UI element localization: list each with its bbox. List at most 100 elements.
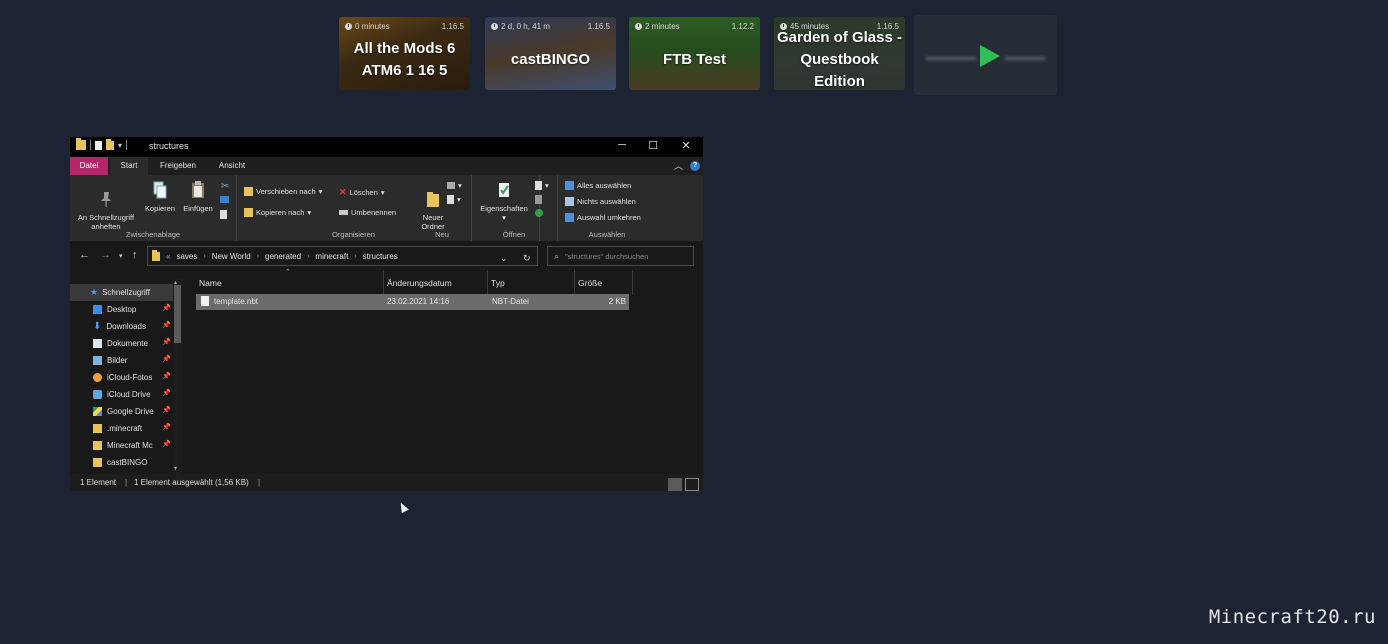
maximize-icon[interactable]: ☐ <box>638 139 668 152</box>
sidebar-item-downloads[interactable]: ⬇ Downloads 📌 <box>70 318 173 335</box>
sidebar-item-icloud-drive[interactable]: iCloud Drive 📌 <box>70 386 173 403</box>
file-explorer-window: ▾ structures ─ ☐ ✕ Datei Start Freigeben… <box>70 137 703 491</box>
group-clipboard: An Schnellzugriff anheften Kopieren Einf… <box>70 175 237 241</box>
move-to-button[interactable]: Verschieben nach ▾ <box>244 187 322 196</box>
status-bar: 1 Element | 1 Element ausgewählt (1,56 K… <box>70 474 703 491</box>
properties-quick-icon[interactable] <box>95 140 102 150</box>
modpack-card-castbingo[interactable]: 2 d, 0 h, 41 m 1.16.5 castBINGO <box>485 17 616 90</box>
sidebar-item-icloud-photos[interactable]: iCloud-Fotos 📌 <box>70 369 173 386</box>
paste-shortcut-icon[interactable] <box>220 210 227 219</box>
customize-toolbar-icon[interactable]: ▾ <box>118 141 122 150</box>
folder-icon <box>93 424 102 433</box>
select-none-button[interactable]: Nichts auswählen <box>565 197 636 206</box>
tab-start[interactable]: Start <box>110 157 148 175</box>
new-folder-quick-icon[interactable] <box>106 138 114 150</box>
pin-icon <box>101 192 111 207</box>
watermark: Minecraft20.ru <box>1208 606 1376 628</box>
copy-to-button[interactable]: Kopieren nach ▾ <box>244 208 311 217</box>
recent-locations-icon[interactable]: ▾ <box>119 252 123 260</box>
easy-access-icon[interactable]: ▾ <box>447 195 461 204</box>
tab-datei[interactable]: Datei <box>70 157 108 175</box>
copy-path-icon[interactable] <box>220 196 229 203</box>
play-icon[interactable] <box>980 45 1000 67</box>
pictures-icon <box>93 356 102 365</box>
scrollbar-thumb[interactable] <box>174 285 181 343</box>
refresh-icon[interactable]: ↻ <box>523 253 531 264</box>
properties-button[interactable]: Eigenschaften ▾ <box>474 181 534 222</box>
modpack-card-garden-of-glass[interactable]: 45 minutes 1.16.5 Garden of Glass - Ques… <box>774 17 905 90</box>
window-title: structures <box>149 141 189 151</box>
copy-icon <box>153 181 167 199</box>
card-version: 1.16.5 <box>587 22 610 31</box>
group-label-clipboard: Zwischenablage <box>125 230 181 239</box>
details-view-icon[interactable] <box>668 478 682 491</box>
sidebar-scrollbar[interactable]: ▴ ▾ <box>173 279 182 475</box>
pin-icon: 📌 <box>162 407 171 414</box>
sidebar-item-minecraft-mc[interactable]: Minecraft Mc 📌 <box>70 437 173 454</box>
scroll-down-icon[interactable]: ▾ <box>174 465 177 472</box>
card-playtime: 0 minutes <box>355 22 390 31</box>
clock-icon <box>635 23 642 30</box>
file-name: template.nbt <box>214 297 259 306</box>
search-input[interactable]: ⌕ "structures" durchsuchen <box>547 246 694 266</box>
select-all-icon <box>565 181 574 190</box>
back-arrow-icon[interactable]: ← <box>79 249 90 261</box>
folder-icon <box>93 458 102 467</box>
help-icon[interactable]: ? <box>690 161 700 171</box>
history-icon[interactable] <box>535 209 543 217</box>
pin-icon: 📌 <box>162 373 171 380</box>
group-open: Eigenschaften ▾ ▾ Öffnen <box>471 175 558 241</box>
close-icon[interactable]: ✕ <box>671 139 701 152</box>
sidebar-item-pictures[interactable]: Bilder 📌 <box>70 352 173 369</box>
breadcrumb-saves[interactable]: saves <box>176 252 197 261</box>
column-name[interactable]: Name <box>196 270 384 295</box>
pin-quick-access-button[interactable]: An Schnellzugriff anheften <box>74 181 138 231</box>
up-arrow-icon[interactable]: ↑ <box>132 249 138 261</box>
sidebar-item-documents[interactable]: Dokumente 📌 <box>70 335 173 352</box>
pin-icon: 📌 <box>162 305 171 312</box>
paste-button[interactable]: Einfügen <box>180 181 216 213</box>
navigation-pane: ★ Schnellzugriff Desktop 📌 ⬇ Downloads 📌 Dok… <box>70 279 183 475</box>
minimize-icon[interactable]: ─ <box>607 139 637 151</box>
sidebar-item-google-drive[interactable]: Google Drive 📌 <box>70 403 173 420</box>
breadcrumb-new-world[interactable]: New World <box>212 252 251 261</box>
copy-button[interactable]: Kopieren <box>142 181 178 213</box>
sidebar-item-minecraft[interactable]: .minecraft 📌 <box>70 420 173 437</box>
tab-ansicht[interactable]: Ansicht <box>210 157 254 175</box>
icloud-drive-icon <box>93 390 102 399</box>
delete-button[interactable]: ✕ Löschen ▾ <box>339 187 385 198</box>
tiles-view-icon[interactable] <box>685 478 699 491</box>
column-size[interactable]: Größe <box>575 270 633 295</box>
breadcrumb-structures[interactable]: structures <box>363 252 398 261</box>
rename-button[interactable]: Umbenennen <box>339 208 396 217</box>
collapse-ribbon-icon[interactable]: ︿ <box>674 159 683 172</box>
status-selection: 1 Element ausgewählt (1,56 KB) <box>134 478 249 487</box>
sidebar-item-quick-access[interactable]: ★ Schnellzugriff <box>70 284 173 301</box>
mouse-cursor-icon <box>397 500 409 514</box>
breadcrumb-generated[interactable]: generated <box>265 252 301 261</box>
paste-icon <box>192 181 204 198</box>
new-folder-button[interactable]: Neuer Ordner <box>415 181 451 231</box>
edit-icon[interactable] <box>535 195 542 204</box>
modpack-card-atm6[interactable]: 0 minutes 1.16.5 All the Mods 6 ATM6 1 1… <box>339 17 470 90</box>
forward-arrow-icon[interactable]: → <box>100 249 111 261</box>
sidebar-item-desktop[interactable]: Desktop 📌 <box>70 301 173 318</box>
file-row-template-nbt[interactable]: template.nbt 23.02.2021 14:16 NBT-Datei … <box>196 294 629 310</box>
modpack-card-hovered[interactable]: ▬▬▬▬▬ ▬▬▬▬ <box>914 15 1057 95</box>
invert-selection-button[interactable]: Auswahl umkehren <box>565 213 641 222</box>
select-all-button[interactable]: Alles auswählen <box>565 181 631 190</box>
column-date[interactable]: Änderungsdatum <box>384 270 488 295</box>
new-item-icon[interactable]: ▾ <box>447 181 462 190</box>
cut-icon[interactable]: ✂ <box>221 181 229 192</box>
address-dropdown-icon[interactable]: ⌄ <box>500 253 508 264</box>
open-icon[interactable]: ▾ <box>535 181 549 190</box>
tab-freigeben[interactable]: Freigeben <box>154 157 202 175</box>
pin-icon: 📌 <box>162 424 171 431</box>
sidebar-item-castbingo[interactable]: castBINGO <box>70 454 173 471</box>
breadcrumb-minecraft[interactable]: minecraft <box>315 252 348 261</box>
pin-icon: 📌 <box>162 356 171 363</box>
google-drive-icon <box>93 407 102 416</box>
address-bar[interactable]: « saves › New World › generated › minecraft… <box>147 246 538 266</box>
modpack-card-ftb-test[interactable]: 2 minutes 1.12.2 FTB Test <box>629 17 760 90</box>
column-type[interactable]: Typ <box>488 270 575 295</box>
